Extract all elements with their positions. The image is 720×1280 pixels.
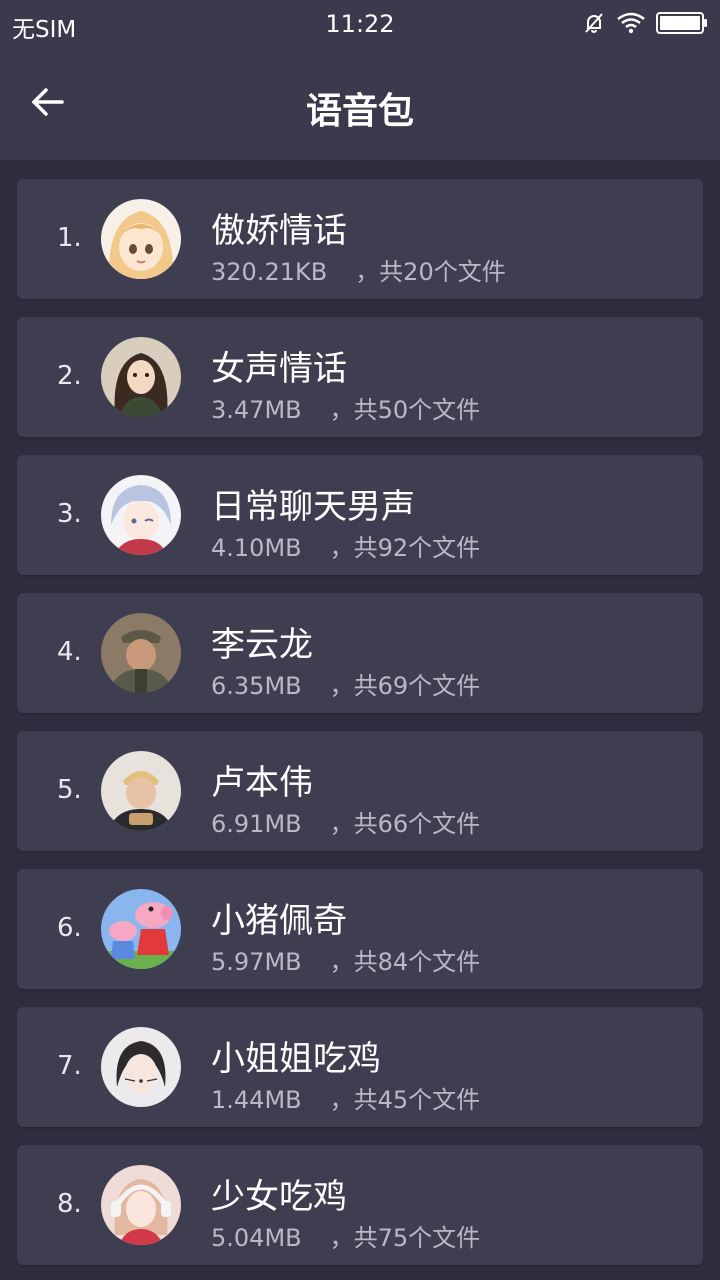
voice-pack-item[interactable]: 4. 李云龙 6.35MB ，共69个文件 [17,593,703,713]
item-file-count: ，共20个文件 [355,258,506,286]
item-size: 1.44MB [211,1086,302,1114]
item-meta: 6.91MB ，共66个文件 [211,804,480,839]
item-meta: 6.35MB ，共69个文件 [211,666,480,701]
item-meta: 1.44MB ，共45个文件 [211,1080,480,1115]
item-file-count: ，共66个文件 [329,810,481,838]
item-index: 2. [57,361,82,391]
item-file-count: ，共50个文件 [329,396,481,424]
page-title: 语音包 [305,91,414,132]
cat-face-girl-avatar [101,1027,181,1107]
item-name: 傲娇情话 [211,211,347,251]
item-name: 小姐姐吃鸡 [211,1039,381,1079]
item-name: 女声情话 [211,349,347,389]
item-meta: 5.04MB ，共75个文件 [211,1218,480,1253]
item-name: 小猪佩奇 [211,901,347,941]
battery-icon [656,11,708,39]
bell-muted-icon [582,11,606,39]
item-name: 日常聊天男声 [211,487,415,527]
item-size: 4.10MB [211,534,302,562]
soldier-photo-avatar [101,613,181,693]
item-index: 4. [57,637,82,667]
voice-pack-item[interactable]: 7. 小姐姐吃鸡 1.44MB ，共45个文件 [17,1007,703,1127]
status-icons [582,10,708,40]
voice-pack-item[interactable]: 5. 卢本伟 6.91MB ，共66个文件 [17,731,703,851]
item-index: 8. [57,1189,82,1219]
item-meta: 4.10MB ，共92个文件 [211,528,480,563]
item-size: 5.97MB [211,948,302,976]
voice-pack-item[interactable]: 1. 傲娇情话 320.21KB ，共20个文件 [17,179,703,299]
item-index: 5. [57,775,82,805]
item-name: 李云龙 [211,625,313,665]
item-size: 5.04MB [211,1224,302,1252]
voice-pack-item[interactable]: 3. 日常聊天男声 4.10MB ，共92个文件 [17,455,703,575]
item-name: 少女吃鸡 [211,1177,347,1217]
voice-pack-list: 1. 傲娇情话 320.21KB ，共20个文件 2. 女声情话 3.47MB … [17,179,703,1280]
item-size: 3.47MB [211,396,302,424]
item-file-count: ，共84个文件 [329,948,481,976]
item-name: 卢本伟 [211,763,313,803]
anime-girl-avatar [101,199,181,279]
voice-pack-item[interactable]: 6. 小猪佩奇 5.97MB ，共84个文件 [17,869,703,989]
item-index: 3. [57,499,82,529]
item-size: 6.91MB [211,810,302,838]
app-bar: 语音包 [0,52,720,160]
anime-boy-avatar [101,475,181,555]
item-index: 1. [57,223,82,253]
voice-pack-item[interactable]: 8. 少女吃鸡 5.04MB ，共75个文件 [17,1145,703,1265]
item-meta: 320.21KB ，共20个文件 [211,252,506,287]
wifi-icon [616,11,646,39]
item-file-count: ，共69个文件 [329,672,481,700]
status-bar: 无SIM 11:22 [0,0,720,52]
item-file-count: ，共92个文件 [329,534,481,562]
item-size: 320.21KB [211,258,328,286]
peppa-pig-avatar [101,889,181,969]
item-meta: 3.47MB ，共50个文件 [211,390,480,425]
item-index: 7. [57,1051,82,1081]
item-size: 6.35MB [211,672,302,700]
item-index: 6. [57,913,82,943]
item-file-count: ，共45个文件 [329,1086,481,1114]
girl-photo-avatar [101,337,181,417]
item-meta: 5.97MB ，共84个文件 [211,942,480,977]
item-file-count: ，共75个文件 [329,1224,481,1252]
man-photo-avatar [101,751,181,831]
headphone-girl-avatar [101,1165,181,1245]
voice-pack-item[interactable]: 2. 女声情话 3.47MB ，共50个文件 [17,317,703,437]
